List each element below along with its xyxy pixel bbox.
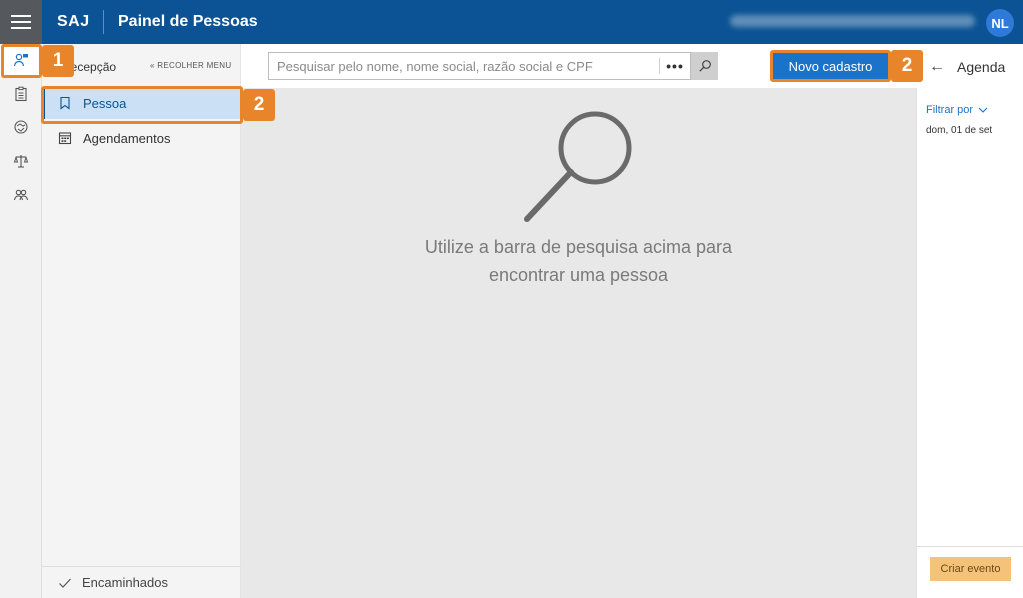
callout-badge-2-menu: 2 (243, 89, 275, 121)
more-options-button[interactable]: ••• (660, 53, 690, 79)
search-icon (698, 60, 711, 72)
agenda-date: dom, 01 de set (926, 125, 993, 136)
top-bar: SAJ Painel de Pessoas NL (0, 0, 1023, 44)
callout-highlight-menu (41, 86, 243, 124)
handshake-icon (14, 120, 28, 134)
chevron-down-icon (978, 107, 988, 113)
sidebar-footer-label: Encaminhados (82, 575, 168, 590)
sidebar-item-label: Agendamentos (83, 130, 171, 146)
create-event-button[interactable]: Criar evento (930, 557, 1011, 581)
agenda-divider (917, 546, 1023, 547)
scales-icon (13, 155, 29, 168)
avatar[interactable]: NL (986, 9, 1014, 37)
group-icon (13, 189, 29, 201)
clipboard-icon (15, 86, 27, 102)
sidebar-item-agendamentos[interactable]: Agendamentos (42, 122, 241, 154)
collapse-menu-button[interactable]: « RECOLHER MENU (150, 61, 231, 70)
empty-state-line-2: encontrar uma pessoa (488, 265, 669, 285)
magnifier-icon (524, 111, 632, 222)
rail-item-groups[interactable] (0, 179, 42, 211)
brand-logo[interactable]: SAJ (57, 13, 90, 31)
collapse-menu-label: RECOLHER MENU (157, 61, 232, 70)
icon-rail (0, 44, 42, 598)
back-arrow-icon[interactable]: ← (929, 58, 945, 76)
main-content: Utilize a barra de pesquisa acima para e… (241, 88, 916, 598)
callout-highlight-rail (1, 44, 42, 78)
agenda-panel: Filtrar por dom, 01 de set Criar evento (916, 88, 1023, 598)
callout-badge-1: 1 (42, 45, 74, 77)
checkmark-icon (59, 578, 71, 588)
filter-dropdown[interactable]: Filtrar por (926, 104, 988, 116)
rail-item-clipboard[interactable] (0, 78, 42, 110)
hamburger-icon (11, 15, 31, 29)
hamburger-menu-button[interactable] (0, 0, 42, 44)
empty-state-message: Utilize a barra de pesquisa acima para e… (241, 233, 916, 289)
agenda-header[interactable]: ← Agenda (929, 58, 1005, 76)
user-name-redacted (730, 15, 975, 27)
search-box: ••• (268, 52, 691, 80)
filter-label: Filtrar por (926, 104, 974, 116)
search-input[interactable] (269, 53, 659, 79)
calendar-icon (58, 132, 72, 145)
callout-highlight-button (770, 50, 891, 82)
empty-state-line-1: Utilize a barra de pesquisa acima para (424, 237, 733, 257)
page-title: Painel de Pessoas (118, 13, 258, 30)
rail-item-scales[interactable] (0, 145, 42, 177)
header-divider (103, 10, 104, 34)
side-menu: Recepção « RECOLHER MENU Pessoa Agendame… (42, 44, 241, 598)
callout-badge-2-button: 2 (891, 50, 923, 82)
agenda-title: Agenda (957, 59, 1006, 75)
search-button[interactable] (691, 52, 718, 80)
sidebar-item-encaminhados[interactable]: Encaminhados (42, 566, 241, 598)
rail-item-handshake[interactable] (0, 111, 42, 143)
